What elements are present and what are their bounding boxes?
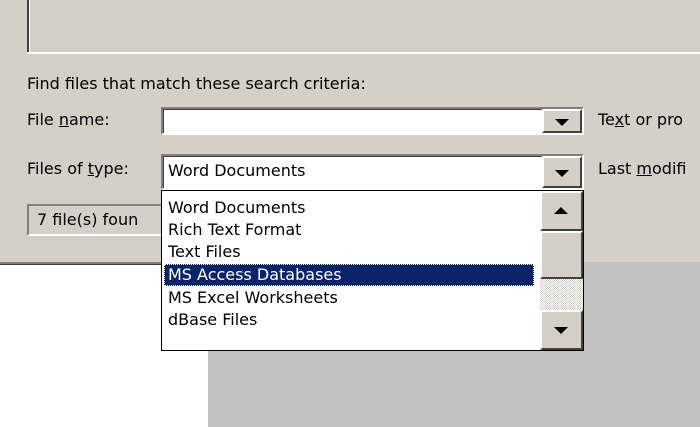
upper-frame-left-highlight (29, 0, 30, 52)
chevron-down-icon (554, 327, 568, 334)
dropdown-option-selected[interactable]: MS Access Databases (164, 264, 534, 286)
files-of-type-combo[interactable]: Word Documents (161, 154, 584, 190)
dropdown-scrollbar[interactable] (540, 191, 583, 350)
dropdown-option[interactable]: Word Documents (164, 197, 534, 219)
text-property-label: Text or pro (598, 110, 684, 129)
scrollbar-thumb[interactable] (540, 231, 583, 279)
file-name-label: File name: (27, 110, 110, 129)
files-of-type-dropdown-list[interactable]: Word Documents Rich Text Format Text Fil… (161, 190, 584, 351)
files-of-type-value[interactable]: Word Documents (168, 161, 305, 181)
chevron-down-icon (555, 119, 569, 126)
dropdown-option[interactable]: dBase Files (164, 309, 534, 331)
last-modified-label: Last modifi (598, 159, 687, 178)
dropdown-option[interactable]: Text Files (164, 241, 534, 263)
status-box: 7 file(s) foun (27, 204, 167, 236)
scroll-down-button[interactable] (540, 310, 583, 350)
search-criteria-label: Find files that match these search crite… (27, 74, 366, 93)
status-text: 7 file(s) foun (37, 210, 139, 229)
dropdown-option[interactable]: MS Excel Worksheets (164, 287, 534, 309)
chevron-down-icon (555, 170, 569, 177)
dropdown-option[interactable]: Rich Text Format (164, 219, 534, 241)
chevron-up-icon (554, 207, 568, 214)
scroll-up-button[interactable] (540, 191, 583, 231)
file-name-dropdown-button[interactable] (542, 109, 582, 133)
files-of-type-dropdown-button[interactable] (542, 156, 582, 188)
files-of-type-label: Files of type: (27, 159, 129, 178)
file-name-combo[interactable] (161, 107, 584, 135)
upper-frame-bottom-edge (27, 52, 700, 54)
